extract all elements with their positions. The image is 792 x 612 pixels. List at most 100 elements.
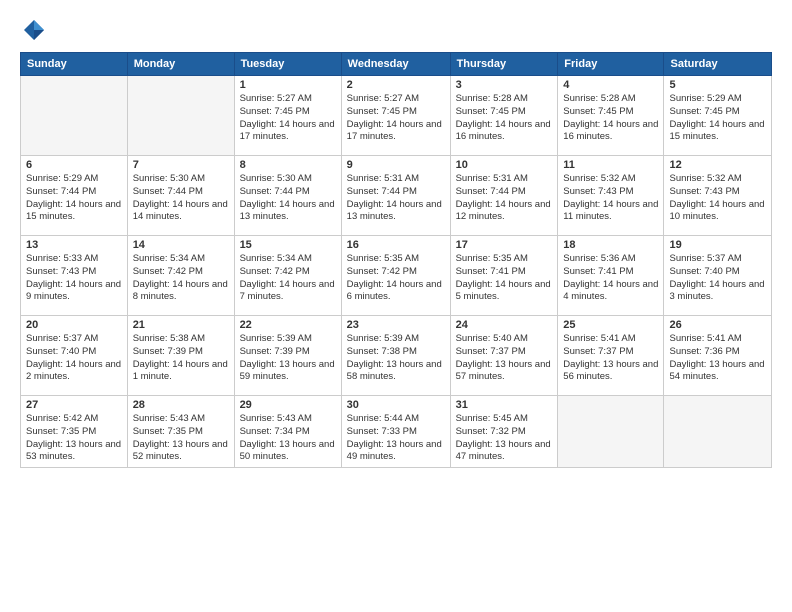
calendar-cell [664,396,772,468]
calendar-cell: 10Sunrise: 5:31 AM Sunset: 7:44 PM Dayli… [450,156,558,236]
calendar-cell [127,76,234,156]
calendar-cell: 25 Sunrise: 5:41 AM Sunset: 7:37 PM Dayli… [558,316,664,396]
day-info: Sunrise: 5:37 AM Sunset: 7:40 PM Dayligh… [26,333,122,384]
day-number: 30 [347,399,445,411]
calendar-cell: 8 Sunrise: 5:30 AM Sunset: 7:44 PM Daylig… [234,156,341,236]
day-number: 14 [133,239,229,251]
day-info: Sunrise: 5:28 AM Sunset: 7:45 PM Dayligh… [456,93,553,144]
calendar-cell: 23Sunrise: 5:39 AM Sunset: 7:38 PM Dayli… [341,316,450,396]
day-info: Sunrise: 5:42 AM Sunset: 7:35 PM Dayligh… [26,413,122,464]
day-number: 6 [26,159,122,171]
calendar-cell: 13Sunrise: 5:33 AM Sunset: 7:43 PM Dayli… [21,236,128,316]
calendar-table: SundayMondayTuesdayWednesdayThursdayFrid… [20,52,772,468]
page: SundayMondayTuesdayWednesdayThursdayFrid… [0,0,792,612]
calendar-week-3: 20 Sunrise: 5:37 AM Sunset: 7:40 PM Dayli… [21,316,772,396]
day-number: 8 [240,159,336,171]
calendar-header-thursday: Thursday [450,53,558,76]
day-info: Sunrise: 5:27 AM Sunset: 7:45 PM Dayligh… [347,93,445,144]
calendar-cell: 21 Sunrise: 5:38 AM Sunset: 7:39 PM Dayli… [127,316,234,396]
day-info: Sunrise: 5:43 AM Sunset: 7:35 PM Dayligh… [133,413,229,464]
calendar-cell: 5 Sunrise: 5:29 AM Sunset: 7:45 PM Daylig… [664,76,772,156]
calendar-header-friday: Friday [558,53,664,76]
calendar-cell: 26Sunrise: 5:41 AM Sunset: 7:36 PM Dayli… [664,316,772,396]
day-number: 3 [456,79,553,91]
day-info: Sunrise: 5:32 AM Sunset: 7:43 PM Dayligh… [563,173,658,224]
day-info: Sunrise: 5:45 AM Sunset: 7:32 PM Dayligh… [456,413,553,464]
calendar-cell: 7 Sunrise: 5:30 AM Sunset: 7:44 PM Daylig… [127,156,234,236]
day-number: 22 [240,319,336,331]
calendar-cell: 27 Sunrise: 5:42 AM Sunset: 7:35 PM Dayli… [21,396,128,468]
calendar-week-4: 27 Sunrise: 5:42 AM Sunset: 7:35 PM Dayli… [21,396,772,468]
day-number: 18 [563,239,658,251]
calendar-cell: 20 Sunrise: 5:37 AM Sunset: 7:40 PM Dayli… [21,316,128,396]
day-number: 5 [669,79,766,91]
calendar-cell: 6 Sunrise: 5:29 AM Sunset: 7:44 PM Daylig… [21,156,128,236]
calendar-header-wednesday: Wednesday [341,53,450,76]
calendar-cell [21,76,128,156]
calendar-cell: 29 Sunrise: 5:43 AM Sunset: 7:34 PM Dayli… [234,396,341,468]
day-info: Sunrise: 5:43 AM Sunset: 7:34 PM Dayligh… [240,413,336,464]
calendar-cell: 1 Sunrise: 5:27 AM Sunset: 7:45 PM Daylig… [234,76,341,156]
day-info: Sunrise: 5:31 AM Sunset: 7:44 PM Dayligh… [347,173,445,224]
day-info: Sunrise: 5:33 AM Sunset: 7:43 PM Dayligh… [26,253,122,304]
day-info: Sunrise: 5:27 AM Sunset: 7:45 PM Dayligh… [240,93,336,144]
calendar-cell: 16Sunrise: 5:35 AM Sunset: 7:42 PM Dayli… [341,236,450,316]
day-number: 20 [26,319,122,331]
calendar-cell: 15 Sunrise: 5:34 AM Sunset: 7:42 PM Dayli… [234,236,341,316]
calendar-cell: 2 Sunrise: 5:27 AM Sunset: 7:45 PM Daylig… [341,76,450,156]
calendar-cell: 4Sunrise: 5:28 AM Sunset: 7:45 PM Daylig… [558,76,664,156]
day-number: 17 [456,239,553,251]
calendar-cell: 24 Sunrise: 5:40 AM Sunset: 7:37 PM Dayli… [450,316,558,396]
calendar-cell: 17 Sunrise: 5:35 AM Sunset: 7:41 PM Dayli… [450,236,558,316]
calendar-header-saturday: Saturday [664,53,772,76]
calendar-week-1: 6 Sunrise: 5:29 AM Sunset: 7:44 PM Daylig… [21,156,772,236]
day-info: Sunrise: 5:44 AM Sunset: 7:33 PM Dayligh… [347,413,445,464]
calendar-cell: 14Sunrise: 5:34 AM Sunset: 7:42 PM Dayli… [127,236,234,316]
day-number: 24 [456,319,553,331]
calendar-cell: 22 Sunrise: 5:39 AM Sunset: 7:39 PM Dayli… [234,316,341,396]
logo [20,16,52,44]
day-info: Sunrise: 5:29 AM Sunset: 7:45 PM Dayligh… [669,93,766,144]
day-number: 25 [563,319,658,331]
calendar-header-row: SundayMondayTuesdayWednesdayThursdayFrid… [21,53,772,76]
calendar-cell: 30 Sunrise: 5:44 AM Sunset: 7:33 PM Dayli… [341,396,450,468]
day-number: 1 [240,79,336,91]
day-number: 12 [669,159,766,171]
day-info: Sunrise: 5:30 AM Sunset: 7:44 PM Dayligh… [240,173,336,224]
day-number: 11 [563,159,658,171]
day-info: Sunrise: 5:29 AM Sunset: 7:44 PM Dayligh… [26,173,122,224]
day-info: Sunrise: 5:39 AM Sunset: 7:39 PM Dayligh… [240,333,336,384]
day-number: 2 [347,79,445,91]
day-number: 21 [133,319,229,331]
calendar-cell: 3 Sunrise: 5:28 AM Sunset: 7:45 PM Daylig… [450,76,558,156]
day-number: 26 [669,319,766,331]
day-number: 15 [240,239,336,251]
day-number: 19 [669,239,766,251]
day-number: 27 [26,399,122,411]
day-info: Sunrise: 5:40 AM Sunset: 7:37 PM Dayligh… [456,333,553,384]
day-number: 4 [563,79,658,91]
day-info: Sunrise: 5:35 AM Sunset: 7:41 PM Dayligh… [456,253,553,304]
calendar-cell: 31Sunrise: 5:45 AM Sunset: 7:32 PM Dayli… [450,396,558,468]
day-number: 7 [133,159,229,171]
day-info: Sunrise: 5:36 AM Sunset: 7:41 PM Dayligh… [563,253,658,304]
calendar-cell: 19 Sunrise: 5:37 AM Sunset: 7:40 PM Dayli… [664,236,772,316]
day-info: Sunrise: 5:35 AM Sunset: 7:42 PM Dayligh… [347,253,445,304]
calendar-cell: 18 Sunrise: 5:36 AM Sunset: 7:41 PM Dayli… [558,236,664,316]
day-info: Sunrise: 5:32 AM Sunset: 7:43 PM Dayligh… [669,173,766,224]
day-info: Sunrise: 5:41 AM Sunset: 7:37 PM Dayligh… [563,333,658,384]
day-info: Sunrise: 5:38 AM Sunset: 7:39 PM Dayligh… [133,333,229,384]
day-number: 9 [347,159,445,171]
day-info: Sunrise: 5:30 AM Sunset: 7:44 PM Dayligh… [133,173,229,224]
day-number: 29 [240,399,336,411]
calendar-week-2: 13Sunrise: 5:33 AM Sunset: 7:43 PM Dayli… [21,236,772,316]
day-number: 10 [456,159,553,171]
calendar-cell: 12 Sunrise: 5:32 AM Sunset: 7:43 PM Dayli… [664,156,772,236]
day-number: 28 [133,399,229,411]
calendar-cell [558,396,664,468]
day-info: Sunrise: 5:34 AM Sunset: 7:42 PM Dayligh… [240,253,336,304]
calendar-cell: 28 Sunrise: 5:43 AM Sunset: 7:35 PM Dayli… [127,396,234,468]
calendar-header-tuesday: Tuesday [234,53,341,76]
day-info: Sunrise: 5:37 AM Sunset: 7:40 PM Dayligh… [669,253,766,304]
calendar-cell: 9 Sunrise: 5:31 AM Sunset: 7:44 PM Daylig… [341,156,450,236]
